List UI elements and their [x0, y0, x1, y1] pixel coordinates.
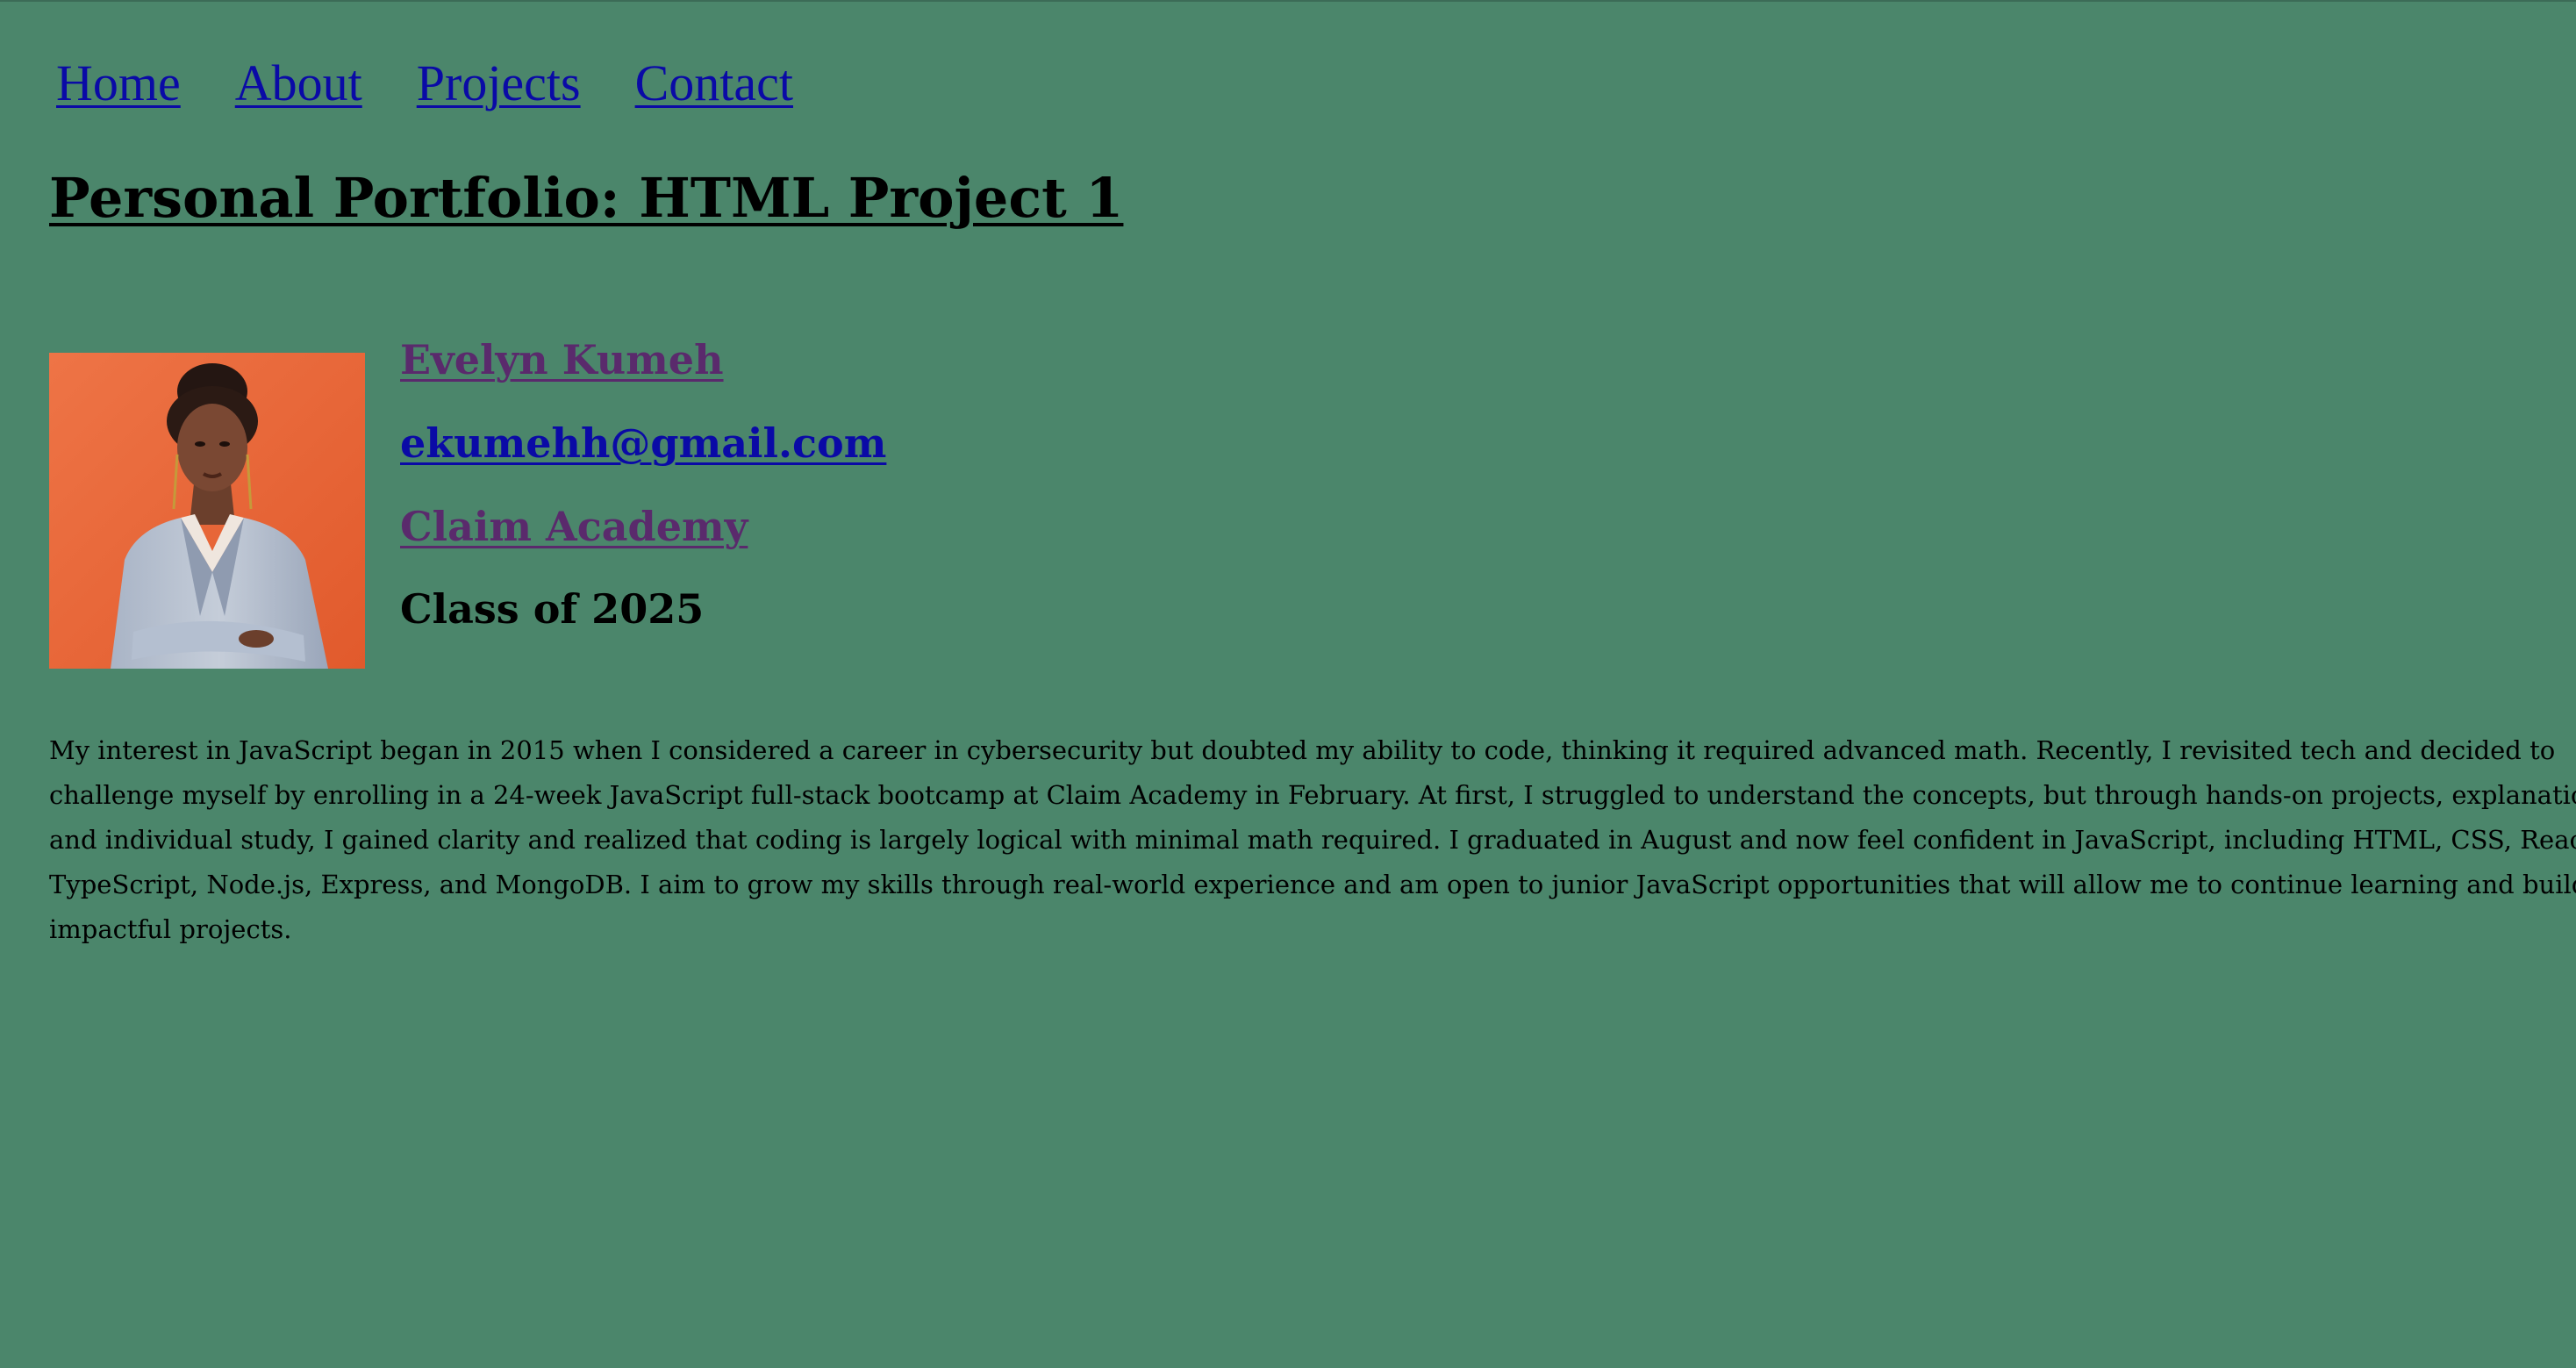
class-year: Class of 2025	[400, 585, 705, 633]
profile-photo	[49, 353, 365, 669]
main-nav: Home About Projects Contact	[56, 53, 793, 114]
bio-paragraph: My interest in JavaScript began in 2015 …	[49, 735, 2576, 944]
name-link[interactable]: Evelyn Kumeh	[400, 333, 724, 386]
email-link[interactable]: ekumehh@gmail.com	[400, 417, 886, 469]
nav-contact-link[interactable]: Contact	[635, 53, 793, 114]
nav-home-link[interactable]: Home	[56, 53, 181, 114]
nav-projects-link[interactable]: Projects	[417, 53, 581, 114]
school-link[interactable]: Claim Academy	[400, 500, 748, 553]
page-title: Personal Portfolio: HTML Project 1	[49, 166, 1124, 230]
portrait-icon	[49, 353, 365, 669]
top-border	[0, 0, 2576, 2]
nav-about-link[interactable]: About	[235, 53, 362, 114]
